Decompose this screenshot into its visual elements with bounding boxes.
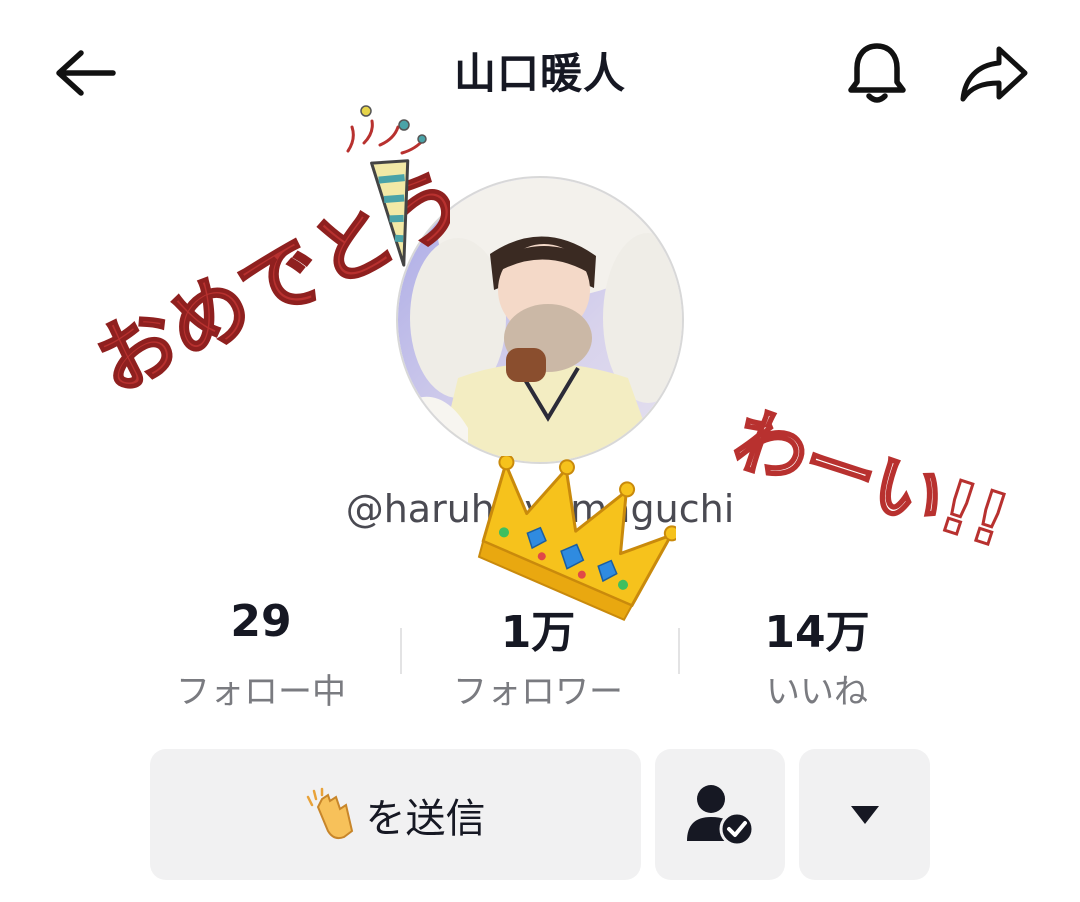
- share-button[interactable]: [956, 40, 1032, 106]
- friend-status-button[interactable]: [655, 749, 785, 880]
- arrow-left-icon: [56, 50, 116, 96]
- stat-divider: [678, 628, 680, 674]
- send-button-label: を送信: [365, 795, 486, 842]
- omedetou-sticker-text: おめでとう: [81, 152, 450, 405]
- following-label[interactable]: フォロー中: [141, 664, 381, 713]
- username: @haruhi_yamaguchi: [345, 487, 735, 531]
- send-message-button[interactable]: を送信: [150, 749, 641, 880]
- likes-count: 14万: [764, 607, 870, 658]
- followers-label[interactable]: フォロワー: [418, 664, 658, 713]
- page-title: 山口暖人: [453, 49, 626, 98]
- omedetou-sticker: おめでとう: [80, 105, 450, 405]
- waai-sticker: わーい!!: [723, 395, 1020, 565]
- stat-divider: [400, 628, 402, 674]
- more-options-button[interactable]: [799, 749, 930, 880]
- user-check-icon: [687, 784, 755, 846]
- share-arrow-icon: [960, 46, 1028, 102]
- profile-avatar[interactable]: [396, 176, 684, 464]
- back-button[interactable]: [50, 42, 120, 104]
- likes-label: いいね: [766, 672, 868, 712]
- waai-sticker-text: わーい!!: [724, 397, 1018, 564]
- clapping-hands-icon: [306, 787, 353, 839]
- triangle-down-icon: [850, 805, 879, 824]
- following-count[interactable]: 29: [161, 596, 361, 647]
- bell-icon: [848, 43, 906, 103]
- notification-bell-button[interactable]: [842, 38, 912, 108]
- followers-count[interactable]: 1万: [438, 596, 638, 660]
